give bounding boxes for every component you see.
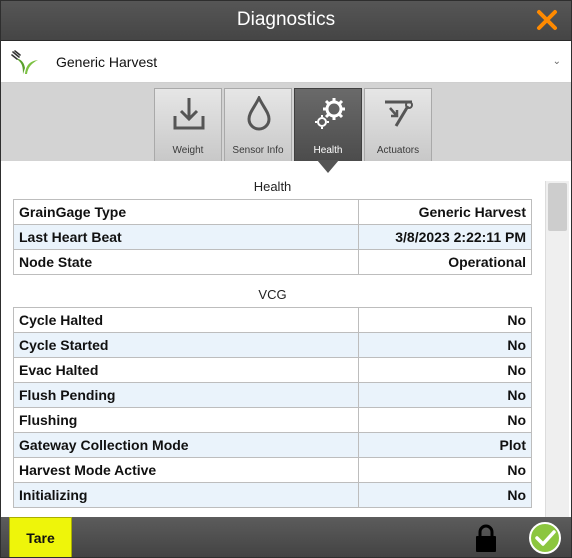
diagnostics-window: Diagnostics Generic Harvest ⌄ Weight Sen… xyxy=(0,0,572,558)
chevron-down-icon: ⌄ xyxy=(552,56,561,67)
row-value: No xyxy=(358,382,532,408)
row-label: Flush Pending xyxy=(13,382,359,408)
row-value: Operational xyxy=(358,249,532,275)
table-row: Evac Halted No xyxy=(13,357,532,383)
row-value: No xyxy=(358,332,532,358)
table-row: Gateway Collection Mode Plot xyxy=(13,432,532,458)
row-value: No xyxy=(358,357,532,383)
table-row: Flushing No xyxy=(13,407,532,433)
device-selector[interactable]: Generic Harvest ⌄ xyxy=(1,42,571,83)
row-label: Initializing xyxy=(13,482,359,508)
table-row: Cycle Halted No xyxy=(13,307,532,333)
close-icon[interactable] xyxy=(535,7,559,33)
table-row: Initializing No xyxy=(13,482,532,508)
actuator-icon xyxy=(385,100,413,127)
row-label: GrainGage Type xyxy=(13,199,359,225)
row-label: Node State xyxy=(13,249,359,275)
table-row: GrainGage Type Generic Harvest xyxy=(13,199,532,225)
droplet-icon xyxy=(247,96,271,131)
confirm-check-icon[interactable] xyxy=(528,521,562,555)
device-name: Generic Harvest xyxy=(56,54,158,70)
row-label: Cycle Halted xyxy=(13,307,359,333)
vcg-section-title: VCG xyxy=(258,287,287,302)
table-row: Flush Pending No xyxy=(13,382,532,408)
tab-sensor-info[interactable]: Sensor Info xyxy=(224,88,292,161)
row-value: No xyxy=(358,307,532,333)
row-value: Generic Harvest xyxy=(358,199,532,225)
row-label: Evac Halted xyxy=(13,357,359,383)
diagnostics-content: Health GrainGage Type Generic Harvest La… xyxy=(1,161,571,517)
tare-button[interactable]: Tare xyxy=(9,517,72,557)
table-row: Cycle Started No xyxy=(13,332,532,358)
tab-label: Weight xyxy=(172,145,204,156)
health-section-title: Health xyxy=(253,179,292,194)
row-value: No xyxy=(358,482,532,508)
download-icon xyxy=(173,98,205,130)
row-label: Harvest Mode Active xyxy=(13,457,359,483)
row-value: No xyxy=(358,457,532,483)
row-value: No xyxy=(358,407,532,433)
tab-health[interactable]: Health xyxy=(294,88,362,161)
tab-label: Health xyxy=(313,145,343,156)
tab-weight[interactable]: Weight xyxy=(154,88,222,161)
health-table: GrainGage Type Generic Harvest Last Hear… xyxy=(13,199,532,275)
row-label: Gateway Collection Mode xyxy=(13,432,359,458)
row-label: Flushing xyxy=(13,407,359,433)
row-label: Last Heart Beat xyxy=(13,224,359,250)
table-row: Harvest Mode Active No xyxy=(13,457,532,483)
title-bar: Diagnostics xyxy=(1,1,571,41)
bottom-toolbar: Tare xyxy=(1,517,571,557)
row-label: Cycle Started xyxy=(13,332,359,358)
row-value: Plot xyxy=(358,432,532,458)
vertical-scrollbar[interactable] xyxy=(545,181,569,517)
table-row: Last Heart Beat 3/8/2023 2:22:11 PM xyxy=(13,224,532,250)
scrollbar-thumb[interactable] xyxy=(548,183,567,231)
gears-icon xyxy=(315,98,345,129)
window-title: Diagnostics xyxy=(236,9,336,30)
row-value: 3/8/2023 2:22:11 PM xyxy=(358,224,532,250)
table-row: Node State Operational xyxy=(13,249,532,275)
tab-strip: Weight Sensor Info Health Actuators xyxy=(1,83,571,161)
lock-icon[interactable] xyxy=(475,523,497,553)
active-tab-pointer xyxy=(317,160,339,173)
plant-device-icon xyxy=(9,50,41,76)
tab-label: Actuators xyxy=(376,145,420,156)
vcg-table: Cycle Halted No Cycle Started No Evac Ha… xyxy=(13,307,532,508)
tab-label: Sensor Info xyxy=(232,145,284,156)
tab-actuators[interactable]: Actuators xyxy=(364,88,432,161)
